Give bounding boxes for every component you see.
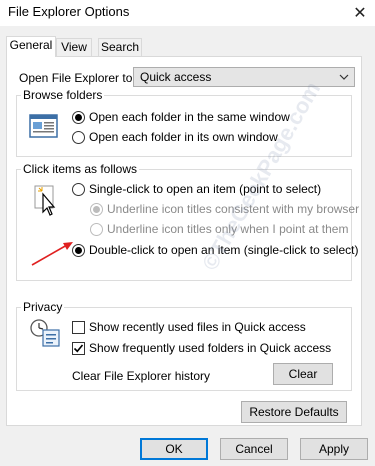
- same-window-radio[interactable]: [72, 111, 85, 124]
- close-icon: ✕: [353, 5, 367, 22]
- clear-history-label: Clear File Explorer history: [72, 369, 211, 383]
- restore-defaults-button[interactable]: Restore Defaults: [241, 401, 347, 423]
- same-window-label[interactable]: Open each folder in the same window: [89, 110, 290, 124]
- open-explorer-select[interactable]: Quick access: [133, 67, 355, 87]
- single-click-label[interactable]: Single-click to open an item (point to s…: [89, 182, 321, 196]
- open-explorer-label: Open File Explorer to:: [19, 71, 136, 85]
- browse-folders-title: Browse folders: [21, 88, 105, 102]
- privacy-title: Privacy: [21, 300, 65, 314]
- dialog-client: General View Search Open File Explorer t…: [0, 26, 375, 466]
- tab-view[interactable]: View: [56, 38, 92, 56]
- ok-button[interactable]: OK: [140, 438, 208, 460]
- chevron-down-icon: [338, 68, 350, 89]
- tab-search[interactable]: Search: [98, 38, 142, 56]
- title-bar: File Explorer Options ✕: [0, 0, 375, 26]
- clock-document-icon: [29, 318, 63, 353]
- open-explorer-value: Quick access: [140, 70, 212, 84]
- clear-history-button[interactable]: Clear: [273, 363, 333, 385]
- tab-general[interactable]: General: [6, 36, 56, 57]
- folder-window-icon: [29, 112, 59, 143]
- checkmark-icon: [73, 344, 84, 353]
- own-window-label[interactable]: Open each folder in its own window: [89, 130, 278, 144]
- show-recent-files-label[interactable]: Show recently used files in Quick access: [89, 320, 306, 334]
- click-items-title: Click items as follows: [21, 162, 140, 176]
- apply-button[interactable]: Apply: [300, 438, 368, 460]
- annotation-arrow: [31, 242, 73, 266]
- cancel-button[interactable]: Cancel: [220, 438, 288, 460]
- privacy-group: Privacy Show recently used files in Quic…: [16, 300, 352, 391]
- single-click-radio[interactable]: [72, 183, 85, 196]
- underline-browser-radio: [90, 203, 103, 216]
- show-frequent-folders-label[interactable]: Show frequently used folders in Quick ac…: [89, 341, 331, 355]
- own-window-radio[interactable]: [72, 131, 85, 144]
- pointer-click-icon: [33, 184, 61, 221]
- show-frequent-folders-checkbox[interactable]: [72, 342, 85, 355]
- general-tab-panel: Open File Explorer to: Quick access Brow…: [6, 56, 362, 426]
- window-title: File Explorer Options: [8, 4, 130, 19]
- close-button[interactable]: ✕: [345, 0, 375, 26]
- show-recent-files-checkbox[interactable]: [72, 321, 85, 334]
- underline-point-radio: [90, 223, 103, 236]
